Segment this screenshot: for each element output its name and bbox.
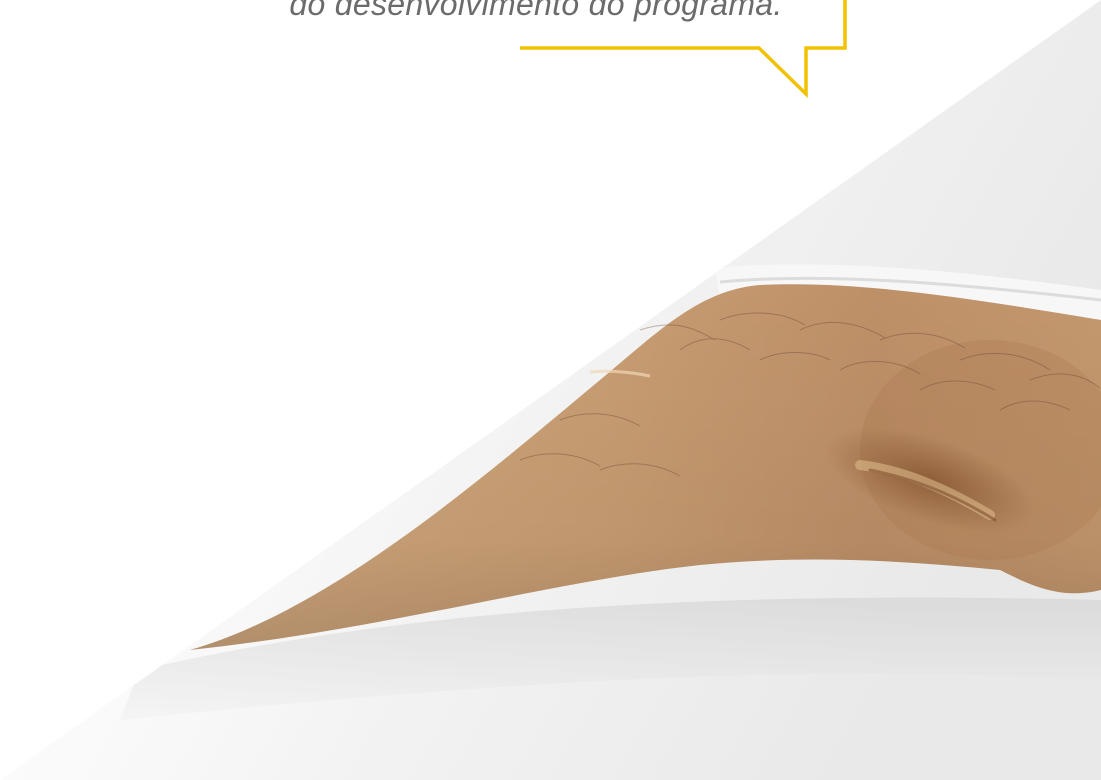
forearm-scar-image	[0, 0, 1101, 780]
quote-text: do desenvolvimento do programa.	[289, 0, 783, 22]
page: do desenvolvimento do programa.	[0, 0, 1101, 780]
